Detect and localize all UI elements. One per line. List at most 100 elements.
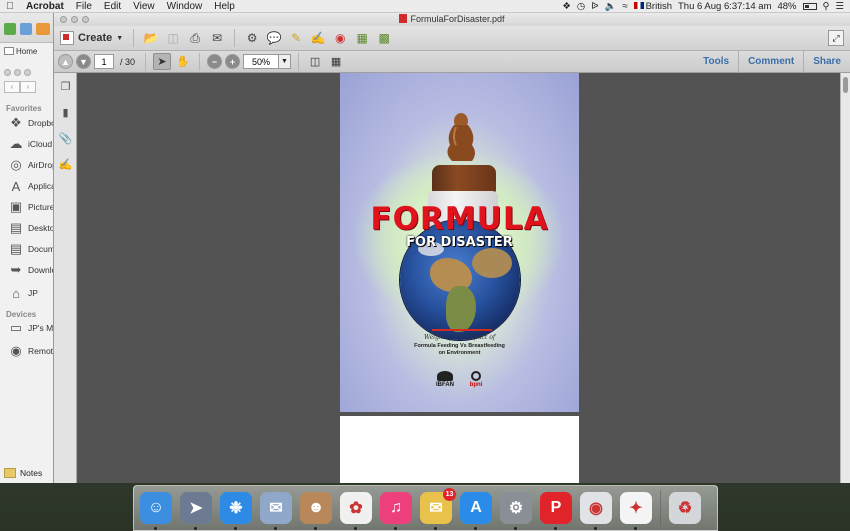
dock-polaris-icon[interactable]: P bbox=[540, 492, 572, 530]
gear-icon[interactable]: ⚙ bbox=[243, 29, 261, 47]
dock-mail-icon[interactable]: ✉ 13 bbox=[420, 488, 456, 530]
refresh-icon[interactable] bbox=[20, 23, 32, 35]
email-icon[interactable]: ✉ bbox=[208, 29, 226, 47]
dock-contacts-icon[interactable]: ☻ bbox=[300, 492, 332, 530]
dock-chrome-icon[interactable]: ◉ bbox=[580, 492, 612, 530]
battery-icon[interactable] bbox=[802, 2, 817, 10]
fullscreen-icon[interactable]: ⤢ bbox=[828, 30, 844, 46]
dock-mail-stamp-icon[interactable]: ✉ bbox=[260, 492, 292, 530]
chevron-down-icon: ▼ bbox=[116, 34, 124, 42]
input-source[interactable]: British bbox=[633, 1, 672, 12]
title-bar: FormulaForDisaster.pdf bbox=[54, 13, 850, 26]
document-view[interactable]: FORMULA FOR DISASTER Weighing the Impact… bbox=[78, 73, 841, 483]
running-indicator bbox=[634, 527, 637, 530]
battery-percent[interactable]: 48% bbox=[777, 1, 796, 12]
dropbox-status-icon[interactable]: ❖ bbox=[562, 1, 571, 12]
fit-width-icon[interactable]: ▦ bbox=[327, 53, 345, 70]
zoom-select[interactable]: ▼ bbox=[243, 54, 292, 69]
navigation-pane: ❐ ▮ 📎 ✍ bbox=[54, 73, 77, 483]
zoom-in-button[interactable]: + bbox=[225, 54, 241, 69]
minimize-button[interactable] bbox=[71, 16, 78, 23]
dock-app-store-icon[interactable]: A bbox=[460, 492, 492, 530]
battery-fill bbox=[804, 4, 810, 8]
bluetooth-status-icon[interactable]: ᐉ bbox=[591, 1, 598, 12]
form-icon[interactable]: ▦ bbox=[353, 29, 371, 47]
print-icon[interactable]: ⎙ bbox=[186, 29, 204, 47]
dock-system-preferences-icon[interactable]: ⚙ bbox=[500, 492, 532, 530]
running-indicator bbox=[154, 527, 157, 530]
home-tab[interactable]: Home bbox=[16, 47, 37, 56]
page-total: / 30 bbox=[120, 56, 136, 67]
notification-center-icon[interactable]: ☰ bbox=[835, 1, 844, 12]
zoom-out-button[interactable]: − bbox=[207, 54, 223, 69]
tools-button[interactable]: Tools bbox=[694, 51, 738, 73]
vertical-scrollbar[interactable] bbox=[840, 73, 850, 483]
desktop-icon: ▤ bbox=[9, 220, 23, 235]
dock-trash-icon[interactable]: ♻ bbox=[669, 492, 701, 524]
comment-button[interactable]: Comment bbox=[738, 51, 803, 73]
comment-icon[interactable]: 💬 bbox=[265, 29, 283, 47]
ibfan-logo-text: IBFAN bbox=[436, 382, 454, 388]
close-button[interactable] bbox=[4, 69, 11, 76]
dock-itunes-icon[interactable]: ♫ bbox=[380, 492, 412, 530]
page-number-input[interactable] bbox=[94, 54, 114, 69]
zoom-button[interactable] bbox=[82, 16, 89, 23]
zoom-button[interactable] bbox=[24, 69, 31, 76]
menu-edit[interactable]: Edit bbox=[98, 1, 127, 12]
previous-page-button[interactable]: ▲ bbox=[58, 54, 73, 69]
fit-page-icon[interactable]: ◫ bbox=[306, 53, 324, 70]
dock-launchpad-icon[interactable]: ➤ bbox=[180, 492, 212, 530]
back-button[interactable]: ‹ bbox=[4, 81, 20, 93]
toolbar-divider bbox=[199, 52, 201, 71]
toolbar-divider bbox=[145, 52, 147, 71]
window-controls bbox=[60, 16, 89, 23]
menu-help[interactable]: Help bbox=[208, 1, 241, 12]
timemachine-status-icon[interactable]: ◷ bbox=[577, 1, 585, 12]
dock-photos-icon[interactable]: ✿ bbox=[340, 492, 372, 530]
volume-status-icon[interactable]: 🔈 bbox=[605, 1, 617, 12]
messages-icon[interactable] bbox=[4, 23, 16, 35]
wifi-status-icon[interactable]: ≈ bbox=[622, 1, 627, 12]
bpni-logo: bpni bbox=[464, 371, 488, 388]
menu-window[interactable]: Window bbox=[161, 1, 209, 12]
close-button[interactable] bbox=[60, 16, 67, 23]
running-indicator bbox=[514, 527, 517, 530]
chevron-down-icon[interactable]: ▼ bbox=[278, 55, 291, 68]
folder-icon[interactable] bbox=[36, 23, 50, 35]
running-indicator bbox=[474, 527, 477, 530]
spotlight-icon[interactable]: ⚲ bbox=[823, 1, 830, 12]
select-tool-icon[interactable]: ➤ bbox=[153, 53, 172, 70]
save-icon[interactable]: ◫ bbox=[164, 29, 182, 47]
ibfan-logo-mark bbox=[437, 371, 453, 381]
home-icon: ⌂ bbox=[12, 285, 20, 301]
share-button[interactable]: Share bbox=[803, 51, 850, 73]
menu-app-name[interactable]: Acrobat bbox=[20, 1, 70, 12]
menu-view[interactable]: View bbox=[127, 1, 161, 12]
forward-button[interactable]: › bbox=[20, 81, 36, 93]
dock-finder-icon[interactable]: ☺ bbox=[140, 492, 172, 530]
zoom-input[interactable] bbox=[244, 55, 279, 68]
minimize-button[interactable] bbox=[14, 69, 21, 76]
apple-menu-icon[interactable]:  bbox=[0, 1, 20, 12]
create-button[interactable]: Create ▼ bbox=[60, 29, 135, 47]
next-page-button[interactable]: ▼ bbox=[76, 54, 91, 69]
highlight-icon[interactable]: ✎ bbox=[287, 29, 305, 47]
attachment-icon[interactable]: 📎 bbox=[54, 125, 77, 151]
hand-tool-icon[interactable]: ✋ bbox=[174, 53, 192, 70]
cover-divider bbox=[432, 329, 492, 331]
download-icon: ➥ bbox=[10, 262, 22, 277]
signature-icon[interactable]: ✍ bbox=[54, 151, 77, 177]
protect-icon[interactable]: ◉ bbox=[331, 29, 349, 47]
sign-icon[interactable]: ✍ bbox=[309, 29, 327, 47]
page-thumbnails-icon[interactable]: ❐ bbox=[54, 73, 77, 99]
dock-acrobat-icon[interactable]: ✦ bbox=[620, 492, 652, 530]
bookmark-icon[interactable]: ▮ bbox=[54, 99, 77, 125]
export-icon[interactable]: ▩ bbox=[375, 29, 393, 47]
scrollbar-thumb[interactable] bbox=[843, 77, 848, 93]
clock[interactable]: Thu 6 Aug 6:37:14 am bbox=[678, 1, 771, 12]
notes-item[interactable]: Notes bbox=[4, 468, 42, 478]
status-area: ❖ ◷ ᐉ 🔈 ≈ British Thu 6 Aug 6:37:14 am 4… bbox=[562, 1, 850, 12]
open-icon[interactable]: 📂 bbox=[142, 29, 160, 47]
dock-safari-icon[interactable]: ❉ bbox=[220, 492, 252, 530]
menu-file[interactable]: File bbox=[70, 1, 98, 12]
